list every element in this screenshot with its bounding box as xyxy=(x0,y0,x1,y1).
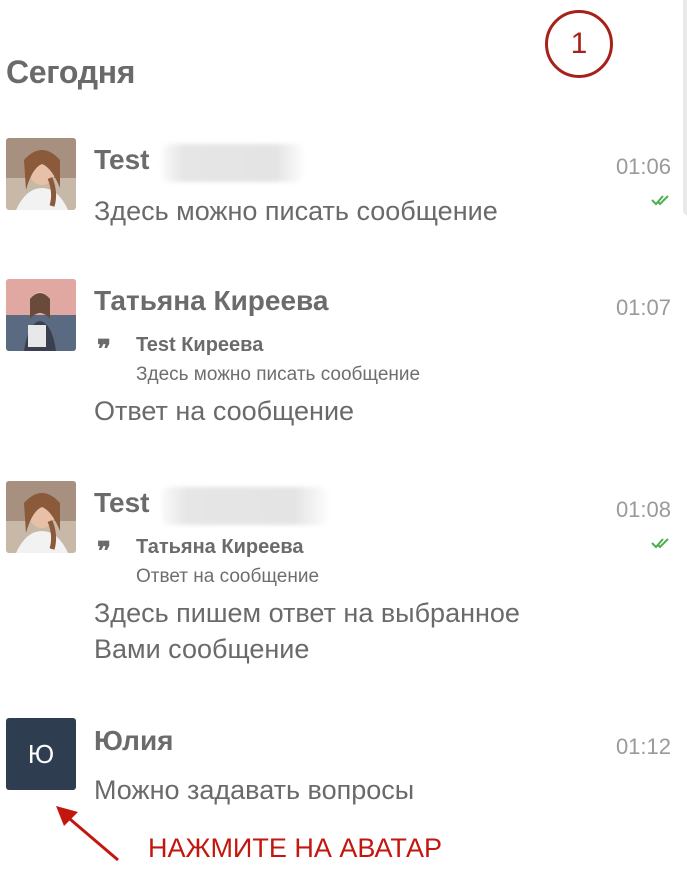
message-text-line: Здесь пишем ответ на выбранное xyxy=(94,598,520,628)
message-author: Татьяна Киреева xyxy=(94,285,329,316)
message-time: 01:12 xyxy=(615,734,671,759)
step-badge: 1 xyxy=(545,10,613,78)
section-date-header: Сегодня xyxy=(6,54,136,90)
quote-icon: ❞ xyxy=(97,335,111,365)
avatar[interactable] xyxy=(6,279,76,351)
message-author: Test xyxy=(94,144,150,175)
message-text: Здесь можно писать сообщение xyxy=(94,196,498,226)
step-number: 1 xyxy=(570,27,588,60)
quote-author: Test Киреева xyxy=(136,334,264,356)
message-time: 01:07 xyxy=(615,295,671,320)
message-author: Юлия xyxy=(94,725,174,756)
avatar-letter: Ю xyxy=(27,738,55,769)
scroll-edge xyxy=(683,0,687,215)
message-text: Ответ на сообщение xyxy=(94,396,355,426)
avatar[interactable] xyxy=(6,138,76,210)
message-time: 01:06 xyxy=(615,154,671,179)
annotation-hint: НАЖМИТЕ НА АВАТАР xyxy=(148,833,442,863)
read-check-icon xyxy=(651,538,669,549)
redacted-surname xyxy=(162,144,304,182)
read-check-icon xyxy=(651,195,669,206)
quote-icon: ❞ xyxy=(97,537,111,567)
message-time: 01:08 xyxy=(615,497,671,522)
message-text: Можно задавать вопросы xyxy=(94,775,415,805)
avatar[interactable] xyxy=(6,481,76,553)
quote-text: Здесь можно писать сообщение xyxy=(136,364,421,385)
arrow-annotation-icon xyxy=(56,806,119,862)
quote-author: Татьяна Киреева xyxy=(136,536,304,558)
message-author: Test xyxy=(94,487,150,518)
message-text-line: Вами сообщение xyxy=(94,634,310,664)
quote-text: Ответ на сообщение xyxy=(136,566,320,587)
avatar[interactable]: Ю xyxy=(6,718,76,790)
redacted-surname xyxy=(162,487,328,525)
